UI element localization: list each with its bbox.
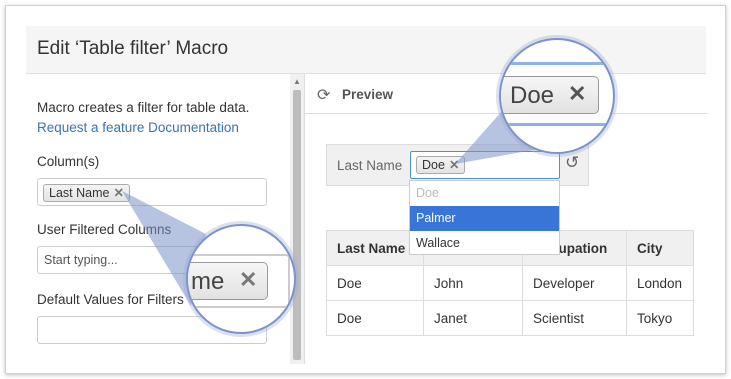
magnifier-right-tag: Doe ✕ bbox=[501, 76, 599, 114]
magnifier-left: me ✕ bbox=[186, 224, 296, 334]
magnifier-right-border-line bbox=[501, 123, 613, 126]
magnifier-right-text: Doe bbox=[510, 82, 555, 109]
magnifier-beam-left bbox=[122, 101, 556, 306]
magnifier-left-input-edge bbox=[188, 254, 290, 308]
magnifier-right-border-line bbox=[501, 62, 613, 65]
close-icon: ✕ bbox=[568, 81, 587, 106]
macro-editor-window: Edit ‘Table filter’ Macro Macro creates … bbox=[5, 5, 726, 374]
magnifier-right: Doe ✕ bbox=[499, 38, 615, 154]
